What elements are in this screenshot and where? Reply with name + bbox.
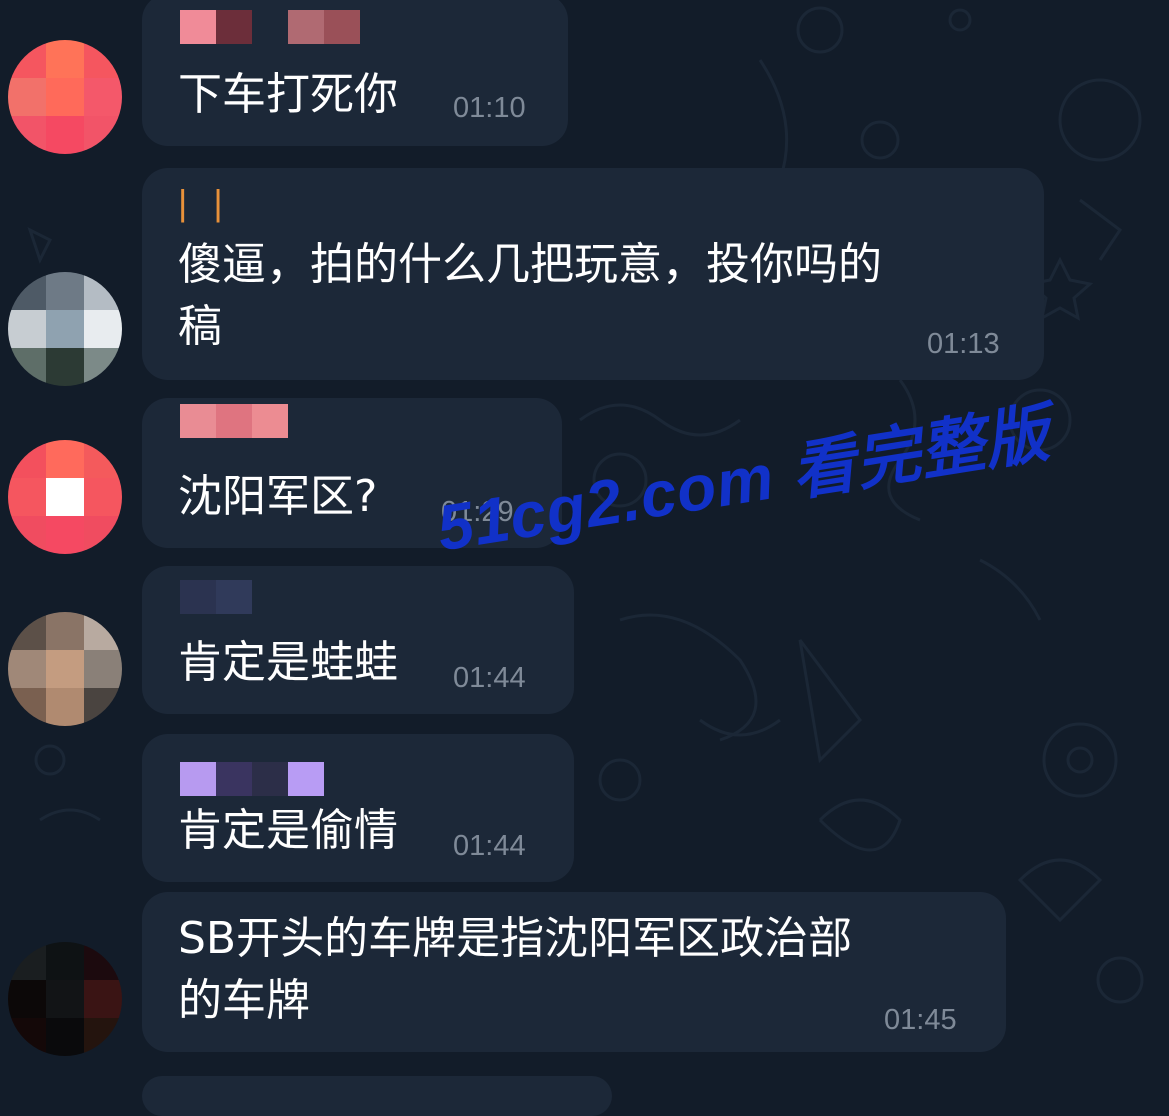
message-text: SB开头的车牌是指沈阳军区政治部 的车牌 <box>178 913 853 1026</box>
avatar[interactable] <box>8 942 122 1056</box>
message-time: 01:45 <box>884 1004 957 1036</box>
message-bubble[interactable]: SB开头的车牌是指沈阳军区政治部 的车牌 01:45 <box>142 892 1006 1052</box>
next-message-bubble-partial[interactable] <box>142 1076 612 1116</box>
